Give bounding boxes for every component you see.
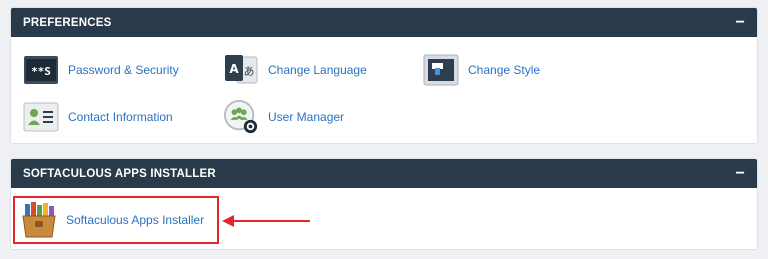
password-icon: **S [23, 52, 59, 88]
preferences-collapse-button[interactable]: − [735, 14, 745, 31]
change-style-link[interactable]: Change Style [423, 50, 540, 90]
language-icon: A あ [223, 52, 259, 88]
svg-text:A: A [229, 62, 239, 76]
style-icon [423, 52, 459, 88]
change-language-label: Change Language [268, 63, 367, 77]
svg-text:あ: あ [244, 65, 255, 78]
softaculous-collapse-button[interactable]: − [735, 165, 745, 182]
annotation-arrow-icon [222, 215, 310, 227]
svg-text:**S: **S [31, 65, 51, 78]
contact-icon [23, 99, 59, 135]
user-manager-link[interactable]: User Manager [223, 97, 344, 137]
softaculous-panel: SOFTACULOUS APPS INSTALLER − Softaculous… [10, 158, 758, 250]
preferences-panel: PREFERENCES − **S Password & Security A … [10, 7, 758, 144]
softaculous-title: SOFTACULOUS APPS INSTALLER [23, 167, 216, 180]
contact-information-label: Contact Information [68, 110, 173, 124]
password-security-link[interactable]: **S Password & Security [23, 50, 179, 90]
change-language-link[interactable]: A あ Change Language [223, 50, 367, 90]
contact-information-link[interactable]: Contact Information [23, 97, 173, 137]
softaculous-header[interactable]: SOFTACULOUS APPS INSTALLER − [11, 159, 757, 188]
user-manager-icon [223, 99, 259, 135]
softaculous-body: Softaculous Apps Installer [11, 195, 757, 249]
preferences-header[interactable]: PREFERENCES − [11, 8, 757, 37]
change-style-label: Change Style [468, 63, 541, 77]
password-security-label: Password & Security [68, 63, 179, 77]
softaculous-apps-installer-link[interactable]: Softaculous Apps Installer [21, 200, 204, 240]
user-manager-label: User Manager [268, 110, 345, 124]
softaculous-icon [21, 202, 57, 238]
preferences-title: PREFERENCES [23, 16, 112, 29]
softaculous-apps-installer-label: Softaculous Apps Installer [66, 213, 205, 227]
